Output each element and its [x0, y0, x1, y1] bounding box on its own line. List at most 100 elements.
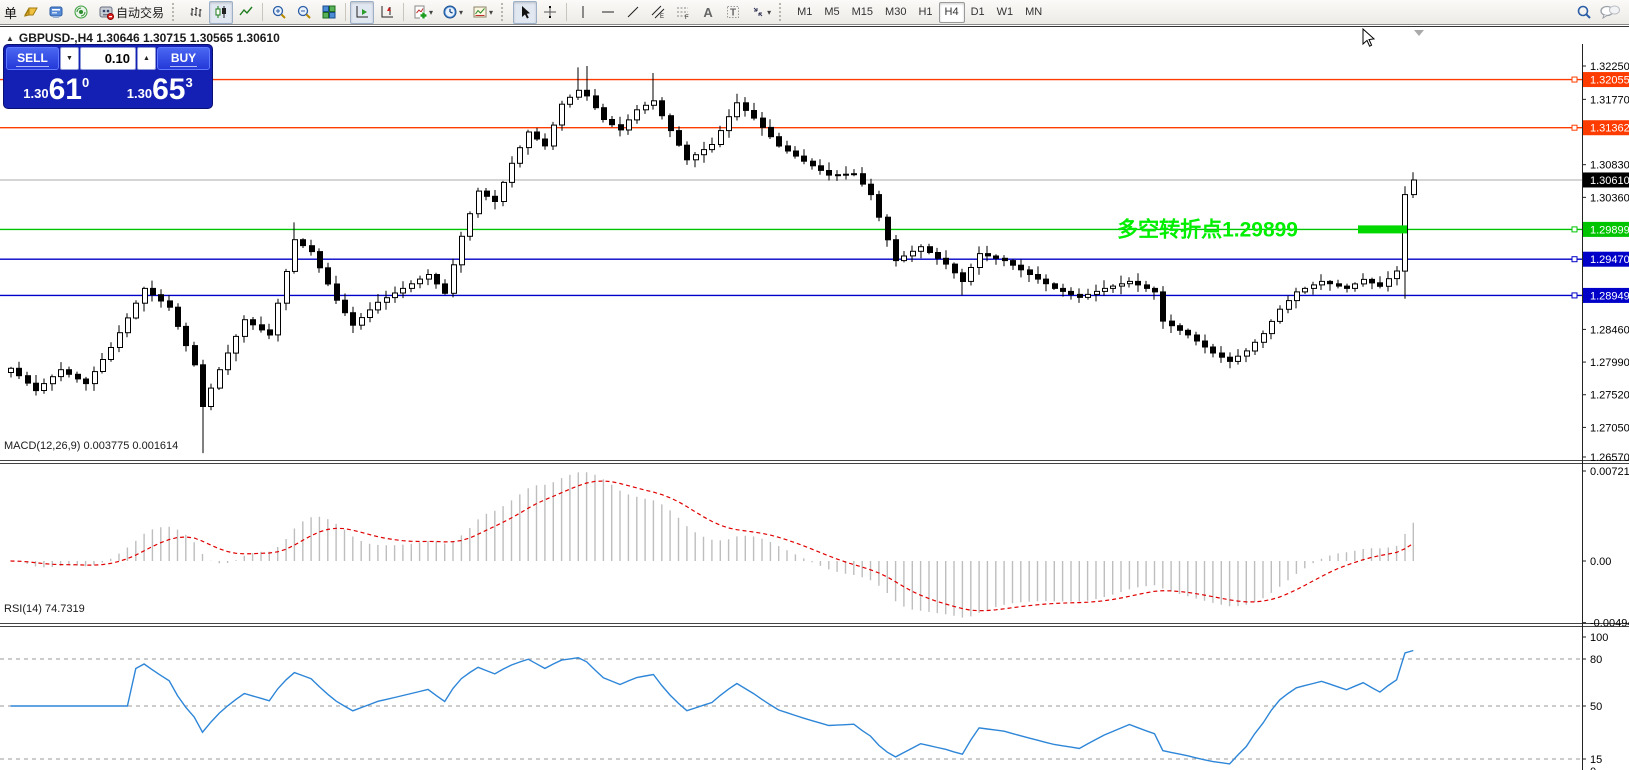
fibonacci-button[interactable]: F	[671, 1, 695, 24]
timeframe-m5[interactable]: M5	[818, 2, 845, 23]
line-handle[interactable]	[1572, 227, 1577, 232]
price-tick-label: 1.28460	[1590, 324, 1629, 336]
zoom-out-button[interactable]	[292, 1, 316, 24]
candle	[786, 146, 791, 151]
candle	[694, 155, 699, 160]
candle	[335, 284, 340, 300]
sell-price-display[interactable]: 1.30610	[6, 71, 107, 105]
candle	[1295, 292, 1300, 301]
terminal-button[interactable]	[44, 1, 68, 24]
chart-window[interactable]: 1.322501.317701.308301.303601.284601.279…	[0, 26, 1629, 770]
buy-price-display[interactable]: 1.30653	[110, 71, 211, 105]
signals-button[interactable]	[69, 1, 93, 24]
arrows-button[interactable]: ▾	[746, 1, 775, 24]
charts-button[interactable]	[19, 1, 43, 24]
tile-windows-button[interactable]	[317, 1, 341, 24]
candle	[886, 217, 891, 240]
candle	[836, 175, 841, 176]
candle	[59, 370, 64, 377]
price-tag-label: 1.31362	[1590, 123, 1629, 135]
svg-text:F: F	[685, 15, 689, 20]
new-order-button[interactable]: 单	[2, 1, 18, 24]
vertical-line-button[interactable]	[571, 1, 595, 24]
search-icon[interactable]	[1576, 4, 1593, 21]
line-handle[interactable]	[1572, 257, 1577, 262]
candle	[34, 383, 39, 390]
price-tag-label: 1.29470	[1590, 254, 1629, 266]
timeframe-h4[interactable]: H4	[939, 2, 965, 23]
autotrading-label: 自动交易	[116, 4, 164, 21]
equidistant-channel-button[interactable]: E	[646, 1, 670, 24]
buy-button[interactable]: BUY	[157, 47, 210, 70]
candle	[477, 191, 482, 214]
chart-canvas[interactable]: 1.322501.317701.308301.303601.284601.279…	[0, 26, 1629, 770]
candle	[502, 182, 507, 201]
candle	[794, 151, 799, 156]
buy-price-big: 65	[152, 76, 185, 104]
candle	[827, 171, 832, 176]
text-label-icon: T	[725, 4, 741, 20]
bar-chart-icon	[188, 4, 204, 20]
timeframe-m30[interactable]: M30	[879, 2, 912, 23]
cursor-icon	[517, 4, 533, 20]
macd-tick-label: 0.00	[1590, 556, 1611, 568]
timeframe-d1[interactable]: D1	[965, 2, 991, 23]
crosshair-button[interactable]	[538, 1, 562, 24]
candle	[410, 284, 415, 289]
annotation-text[interactable]: 多空转折点1.29899	[1117, 217, 1298, 241]
zoom-in-button[interactable]	[267, 1, 291, 24]
candle	[1328, 281, 1333, 283]
candle	[869, 184, 874, 194]
volume-decrease-button[interactable]: ▼	[60, 47, 79, 70]
text-label-button[interactable]: T	[721, 1, 745, 24]
candle	[343, 300, 348, 313]
line-chart-type-button[interactable]	[234, 1, 258, 24]
candle	[134, 303, 139, 318]
candle	[42, 384, 47, 391]
candle	[552, 125, 557, 146]
volume-increase-button[interactable]: ▲	[137, 47, 156, 70]
candle	[268, 330, 273, 335]
channel-icon: E	[650, 4, 666, 20]
sell-button[interactable]: SELL	[6, 47, 59, 70]
sell-button-label: SELL	[16, 51, 49, 67]
candle	[1395, 271, 1400, 279]
chart-shift-button[interactable]	[375, 1, 399, 24]
collapse-panel-icon[interactable]: ▲	[6, 34, 14, 43]
trendline-button[interactable]	[621, 1, 645, 24]
templates-button[interactable]: ▾	[468, 1, 497, 24]
toolbar-grip[interactable]	[172, 3, 180, 21]
autotrading-button[interactable]: 自动交易	[94, 1, 168, 24]
candlestick-chart-type-button[interactable]	[209, 1, 233, 24]
text-button[interactable]: A	[696, 1, 720, 24]
rsi-label: RSI(14) 74.7319	[4, 603, 85, 615]
periods-button[interactable]: ▾	[438, 1, 467, 24]
auto-scroll-button[interactable]	[350, 1, 374, 24]
volume-input[interactable]: 0.10	[80, 47, 136, 70]
toolbar-grip[interactable]	[501, 3, 509, 21]
toolbar-grip[interactable]	[779, 3, 787, 21]
annotation-segment[interactable]	[1358, 225, 1407, 233]
candle	[1236, 356, 1241, 361]
line-handle[interactable]	[1572, 293, 1577, 298]
timeframe-h1[interactable]: H1	[912, 2, 938, 23]
line-handle[interactable]	[1572, 77, 1577, 82]
candle	[986, 254, 991, 256]
candle	[67, 370, 72, 375]
candle	[1412, 180, 1417, 195]
cursor-button[interactable]	[513, 1, 537, 24]
timeframe-mn[interactable]: MN	[1019, 2, 1048, 23]
horizontal-line-button[interactable]	[596, 1, 620, 24]
timeframe-m1[interactable]: M1	[791, 2, 818, 23]
chat-icon[interactable]	[1599, 4, 1621, 20]
timeframe-w1[interactable]: W1	[991, 2, 1020, 23]
macd-label: MACD(12,26,9) 0.003775 0.001614	[4, 440, 178, 452]
buy-price-small: 1.30	[127, 86, 152, 101]
timeframe-m15[interactable]: M15	[846, 2, 879, 23]
candle	[577, 90, 582, 97]
candle	[902, 256, 907, 261]
bar-chart-type-button[interactable]	[184, 1, 208, 24]
indicators-button[interactable]: ▾	[408, 1, 437, 24]
candle	[493, 196, 498, 201]
line-handle[interactable]	[1572, 125, 1577, 130]
